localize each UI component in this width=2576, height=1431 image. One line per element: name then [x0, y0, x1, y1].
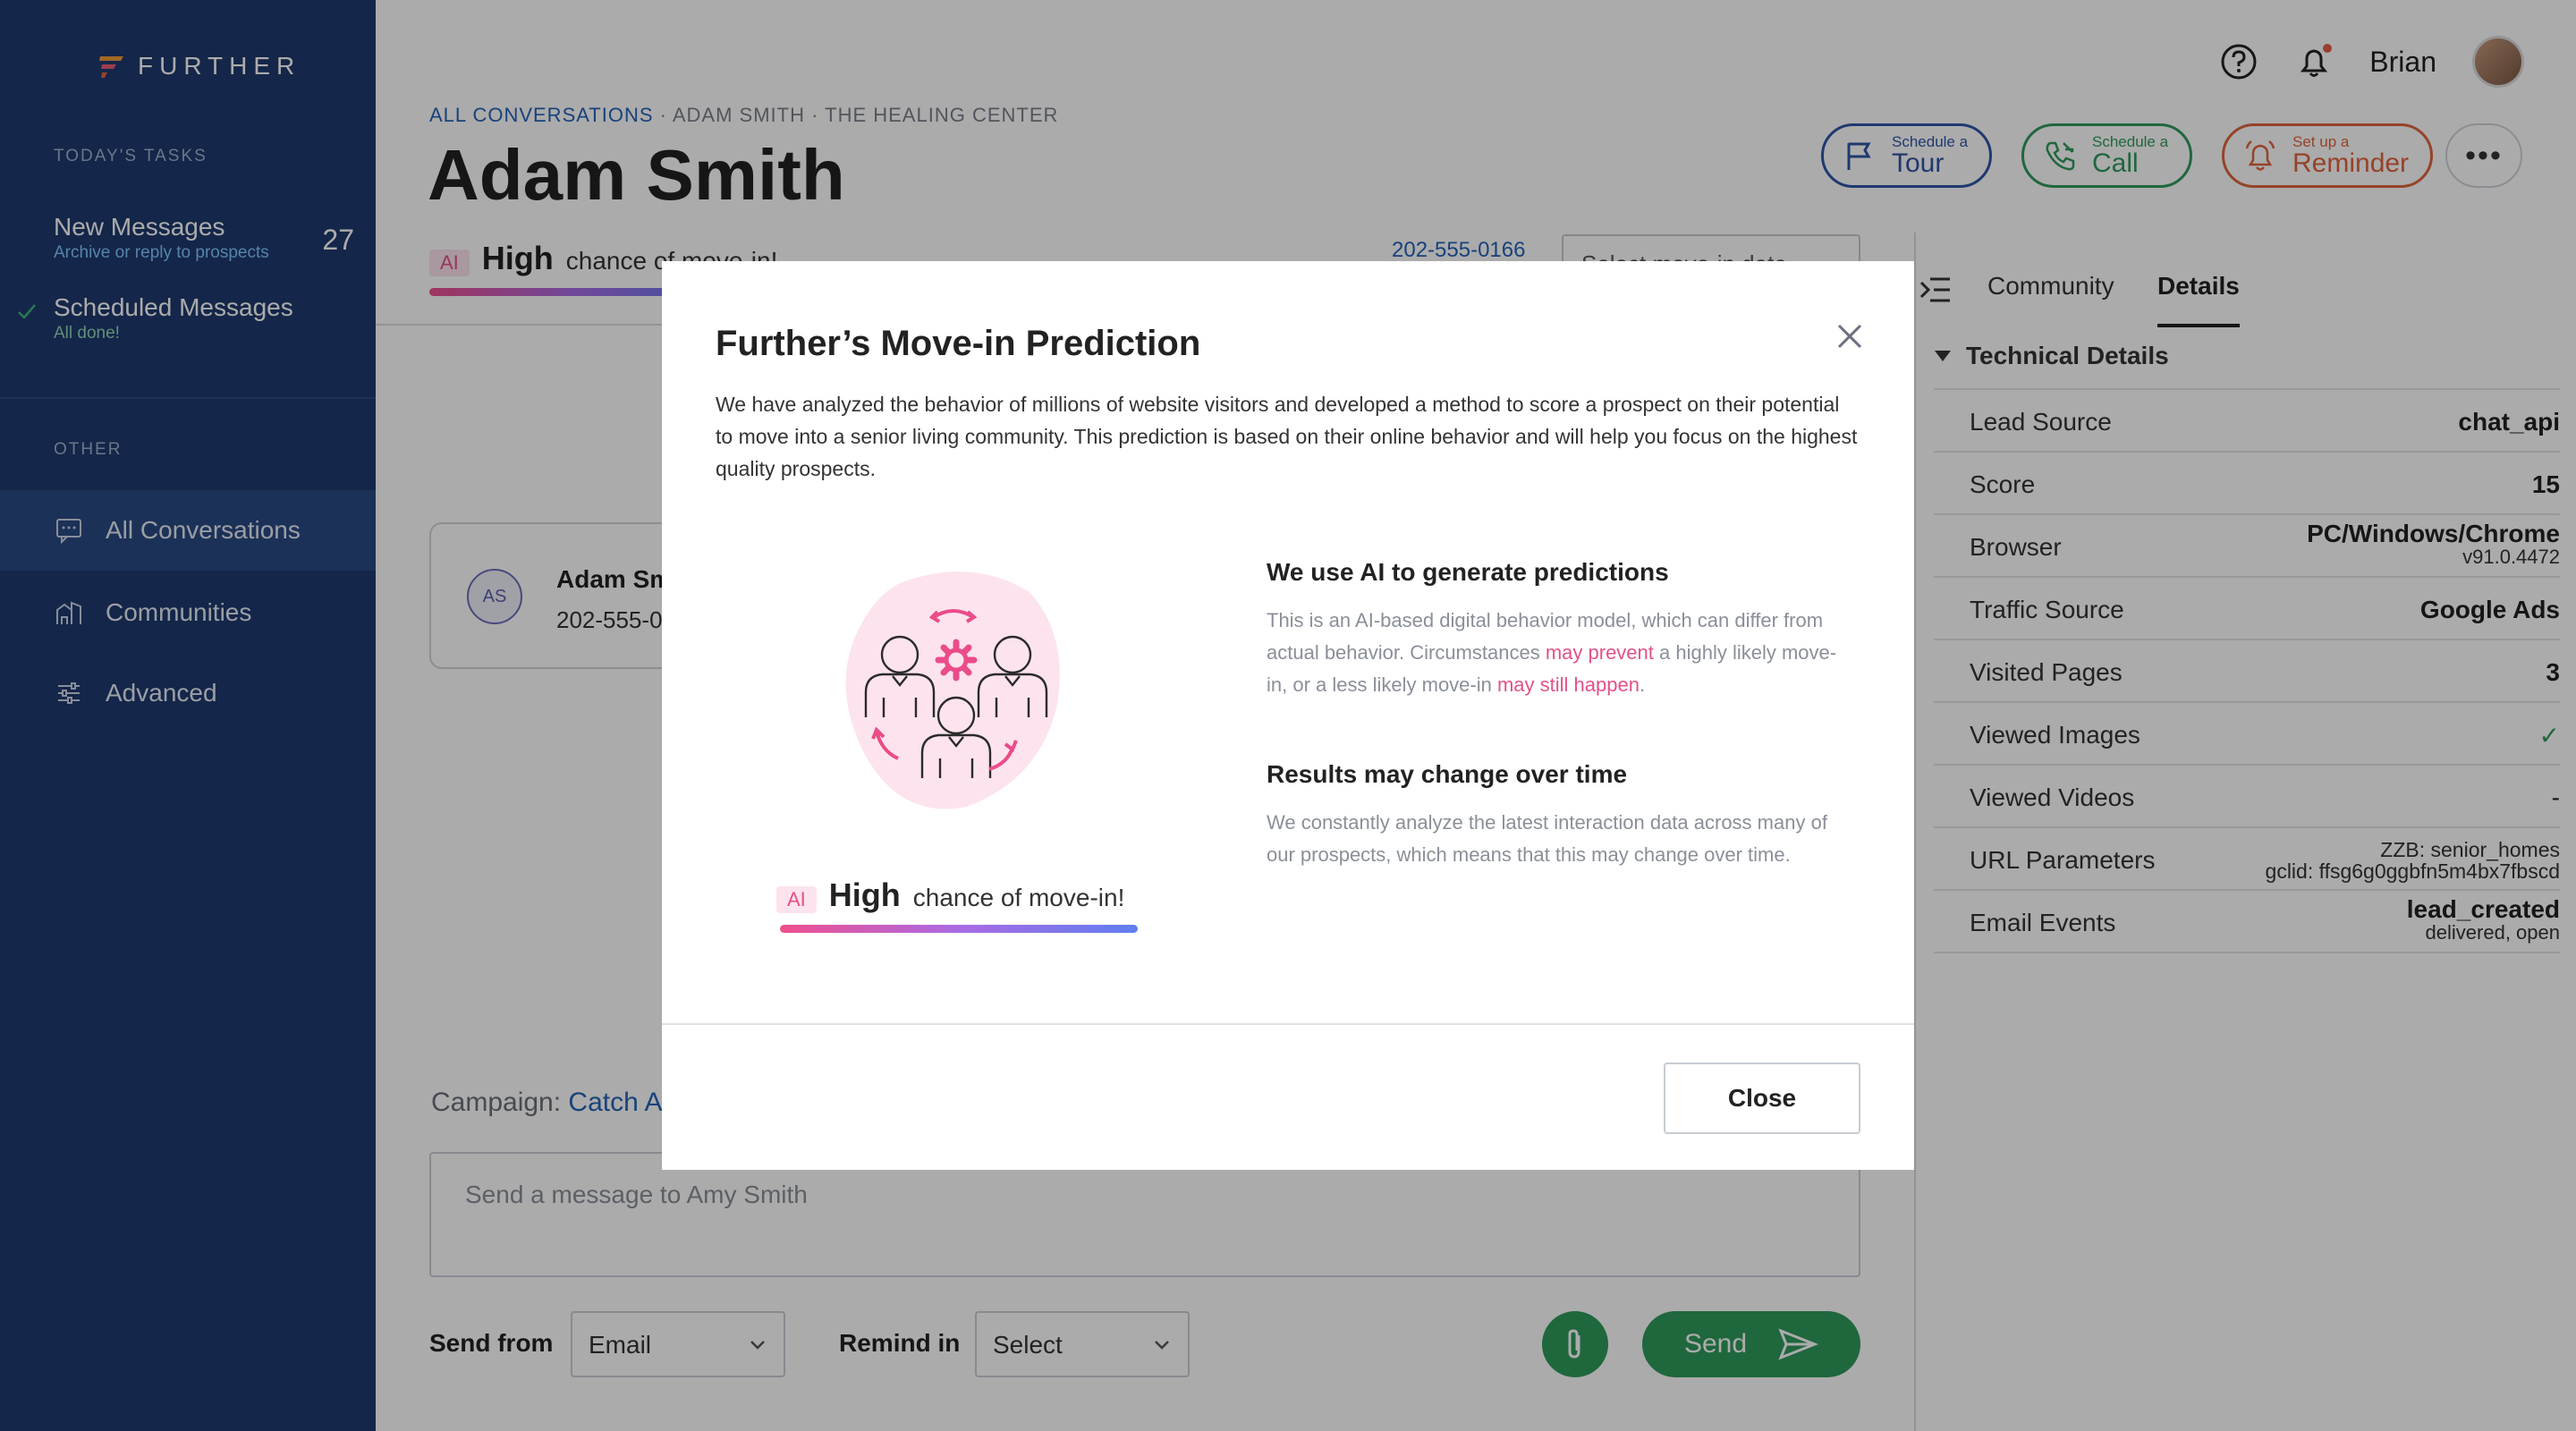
close-button[interactable]: Close	[1664, 1063, 1860, 1134]
modal-prediction: AI High chance of move-in!	[776, 876, 1124, 914]
text-segment: .	[1639, 673, 1646, 696]
section-ai-title: We use AI to generate predictions	[1267, 558, 1669, 586]
section-ai-body: This is an AI-based digital behavior mod…	[1267, 605, 1839, 701]
modal-divider	[662, 1023, 1914, 1025]
prediction-bar	[780, 925, 1138, 933]
ai-people-illustration	[845, 572, 1060, 809]
move-in-prediction-modal: Further’s Move-in Prediction We have ana…	[662, 261, 1914, 1170]
prediction-high: High	[828, 876, 901, 913]
modal-description: We have analyzed the behavior of million…	[716, 393, 1858, 480]
highlight-text: may prevent	[1545, 641, 1654, 664]
prediction-rest: chance of move-in!	[912, 884, 1125, 911]
close-icon[interactable]	[1832, 318, 1868, 354]
modal-title: Further’s Move-in Prediction	[716, 324, 1201, 363]
section-change-body: We constantly analyze the latest interac…	[1267, 811, 1827, 866]
section-change-title: Results may change over time	[1267, 760, 1628, 788]
ai-tag: AI	[776, 886, 817, 913]
highlight-text: may still happen	[1496, 673, 1640, 696]
